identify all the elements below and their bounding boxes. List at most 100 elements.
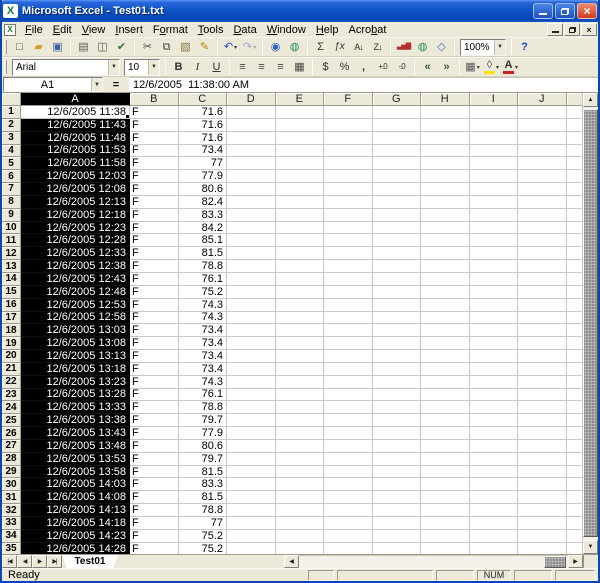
cell-G35[interactable] — [372, 542, 421, 554]
menu-data[interactable]: Data — [228, 23, 261, 37]
cell-B12[interactable]: F — [130, 247, 179, 261]
cell-I23[interactable] — [469, 388, 518, 402]
cell-partial[interactable] — [566, 285, 582, 299]
cell-H3[interactable] — [421, 131, 470, 145]
cell-partial[interactable] — [566, 439, 582, 453]
cell-B2[interactable]: F — [130, 118, 179, 132]
cell-partial[interactable] — [566, 195, 582, 209]
cell-D10[interactable] — [227, 221, 276, 235]
cell-B34[interactable]: F — [130, 529, 179, 543]
autosum-icon[interactable]: Σ — [311, 38, 330, 56]
cell-G25[interactable] — [372, 414, 421, 428]
scroll-right-icon[interactable]: ▶ — [568, 555, 583, 568]
cell-E3[interactable] — [275, 131, 324, 145]
cell-F11[interactable] — [324, 234, 373, 248]
cell-E35[interactable] — [275, 542, 324, 554]
cell-F34[interactable] — [324, 529, 373, 543]
cell-E21[interactable] — [275, 362, 324, 376]
increase-indent-icon[interactable]: » — [437, 58, 456, 76]
column-header-E[interactable]: E — [275, 93, 324, 106]
cell-H30[interactable] — [421, 478, 470, 492]
minimize-button[interactable] — [533, 3, 553, 19]
cell-C5[interactable]: 77 — [178, 157, 227, 171]
cell-I33[interactable] — [469, 517, 518, 530]
doc-minimize-button[interactable] — [547, 23, 563, 36]
new-document-icon[interactable]: □ — [10, 38, 29, 56]
cell-G19[interactable] — [372, 337, 421, 351]
cell-F8[interactable] — [324, 195, 373, 209]
cell-G5[interactable] — [372, 157, 421, 171]
cell-J1[interactable] — [518, 106, 567, 119]
cell-D4[interactable] — [227, 144, 276, 158]
cell-H8[interactable] — [421, 195, 470, 209]
cell-F19[interactable] — [324, 337, 373, 351]
cell-C4[interactable]: 73.4 — [178, 144, 227, 158]
cell-partial[interactable] — [566, 234, 582, 248]
cell-partial[interactable] — [566, 529, 582, 543]
cell-A31[interactable]: 12/6/2005 14:08 — [21, 491, 130, 505]
copy-icon[interactable]: ⧉ — [157, 38, 176, 56]
cell-A16[interactable]: 12/6/2005 12:53 — [21, 298, 130, 312]
cell-C16[interactable]: 74.3 — [178, 298, 227, 312]
cell-D20[interactable] — [227, 350, 276, 363]
cell-E2[interactable] — [275, 118, 324, 132]
font-color-icon[interactable]: A ▾ — [501, 58, 520, 76]
cell-B16[interactable]: F — [130, 298, 179, 312]
row-header-28[interactable]: 28 — [2, 452, 21, 466]
cell-H35[interactable] — [421, 542, 470, 554]
column-header-C[interactable]: C — [178, 93, 227, 106]
cell-I21[interactable] — [469, 362, 518, 376]
cell-B3[interactable]: F — [130, 131, 179, 145]
cell-D18[interactable] — [227, 324, 276, 338]
cell-F31[interactable] — [324, 491, 373, 505]
cell-D11[interactable] — [227, 234, 276, 248]
cell-D12[interactable] — [227, 247, 276, 261]
cell-G4[interactable] — [372, 144, 421, 158]
cell-partial[interactable] — [566, 324, 582, 338]
cell-E32[interactable] — [275, 504, 324, 517]
cell-J20[interactable] — [518, 350, 567, 363]
cell-F3[interactable] — [324, 131, 373, 145]
row-header-17[interactable]: 17 — [2, 311, 21, 325]
cell-J14[interactable] — [518, 272, 567, 286]
row-header-31[interactable]: 31 — [2, 491, 21, 505]
cell-A14[interactable]: 12/6/2005 12:43 — [21, 272, 130, 286]
cell-A30[interactable]: 12/6/2005 14:03 — [21, 478, 130, 492]
cell-J11[interactable] — [518, 234, 567, 248]
row-header-27[interactable]: 27 — [2, 439, 21, 453]
cell-I29[interactable] — [469, 465, 518, 479]
cell-partial[interactable] — [566, 170, 582, 184]
cell-F2[interactable] — [324, 118, 373, 132]
cell-C15[interactable]: 75.2 — [178, 285, 227, 299]
cell-E33[interactable] — [275, 517, 324, 530]
row-header-15[interactable]: 15 — [2, 285, 21, 299]
cell-partial[interactable] — [566, 247, 582, 261]
cell-B32[interactable]: F — [130, 504, 179, 517]
cell-G17[interactable] — [372, 311, 421, 325]
cell-F17[interactable] — [324, 311, 373, 325]
cell-E27[interactable] — [275, 439, 324, 453]
print-icon[interactable]: ▤ — [74, 38, 93, 56]
row-header-6[interactable]: 6 — [2, 170, 21, 184]
cell-C3[interactable]: 71.6 — [178, 131, 227, 145]
cell-C24[interactable]: 78.8 — [178, 401, 227, 415]
cell-B1[interactable]: F — [130, 106, 179, 119]
cell-B6[interactable]: F — [130, 170, 179, 184]
cell-J24[interactable] — [518, 401, 567, 415]
borders-icon[interactable]: ▦ ▾ — [463, 58, 482, 76]
row-header-12[interactable]: 12 — [2, 247, 21, 261]
cell-A26[interactable]: 12/6/2005 13:43 — [21, 427, 130, 440]
cell-G11[interactable] — [372, 234, 421, 248]
cell-J30[interactable] — [518, 478, 567, 492]
cell-E26[interactable] — [275, 427, 324, 440]
cell-H1[interactable] — [421, 106, 470, 119]
cell-F28[interactable] — [324, 452, 373, 466]
cell-I18[interactable] — [469, 324, 518, 338]
cell-B14[interactable]: F — [130, 272, 179, 286]
row-header-11[interactable]: 11 — [2, 234, 21, 248]
cell-I14[interactable] — [469, 272, 518, 286]
cell-H2[interactable] — [421, 118, 470, 132]
cell-partial[interactable] — [566, 272, 582, 286]
cell-C35[interactable]: 75.2 — [178, 542, 227, 554]
fill-color-icon[interactable]: ◊ ▾ — [482, 58, 501, 76]
